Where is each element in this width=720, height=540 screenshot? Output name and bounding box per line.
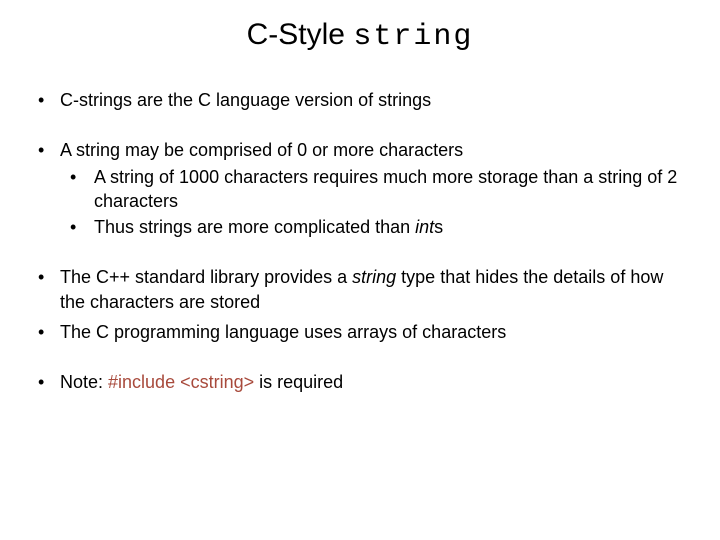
list-item: Thus strings are more complicated than i… <box>60 215 686 239</box>
list-item: A string may be comprised of 0 or more c… <box>34 138 686 239</box>
list-item: Note: #include <cstring> is required <box>34 370 686 394</box>
list-item: C-strings are the C language version of … <box>34 88 686 112</box>
italic-term: string <box>352 267 396 287</box>
bullet-list: C-strings are the C language version of … <box>34 88 686 395</box>
list-item: The C++ standard library provides a stri… <box>34 265 686 314</box>
code-include: #include <cstring> <box>108 372 254 392</box>
text: A string may be comprised of 0 or more c… <box>60 140 463 160</box>
list-item: The C programming language uses arrays o… <box>34 320 686 344</box>
text: s <box>434 217 443 237</box>
italic-term: int <box>415 217 434 237</box>
title-prefix: C-Style <box>247 18 354 51</box>
sub-list: A string of 1000 characters requires muc… <box>60 165 686 240</box>
text: The C++ standard library provides a <box>60 267 352 287</box>
title-code: string <box>353 20 473 54</box>
list-item: A string of 1000 characters requires muc… <box>60 165 686 214</box>
text: Note: <box>60 372 108 392</box>
text: Thus strings are more complicated than <box>94 217 415 237</box>
text: is required <box>254 372 343 392</box>
slide-title: C-Style string <box>34 18 686 54</box>
